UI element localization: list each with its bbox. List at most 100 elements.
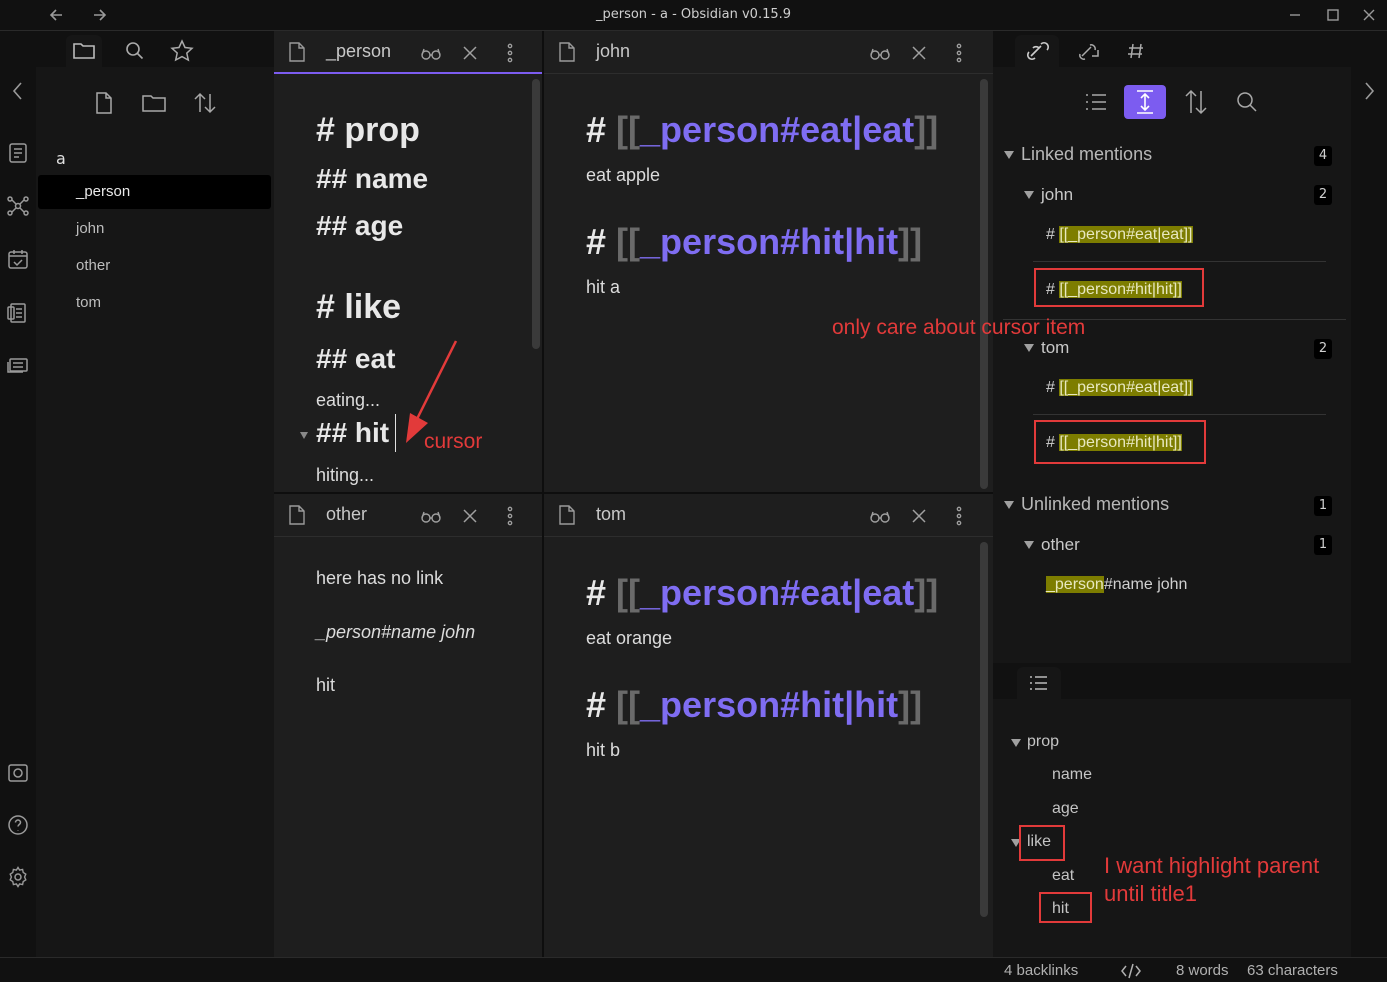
reading-view-icon[interactable] [420,505,442,527]
ribbon [0,31,36,957]
collapse-results-icon[interactable] [1075,85,1117,119]
outline-item-age[interactable]: age [1052,800,1079,818]
backlink-file-other[interactable]: other [1041,535,1080,555]
document-icon [558,505,576,525]
john-heading-hit: # [[_person#hit|hit]] [586,221,923,262]
pane-john: john # [[_person#eat|eat]] eat apple # [… [544,31,993,492]
internal-link[interactable]: _person#eat|eat [640,109,914,150]
fold-toggle-icon[interactable] [300,432,308,439]
reading-view-icon[interactable] [420,42,442,64]
scrollbar[interactable] [532,79,540,349]
annotation-box [1039,892,1092,923]
scrollbar[interactable] [980,79,988,489]
templates-icon[interactable] [6,301,30,325]
show-more-context-icon[interactable] [1124,85,1166,119]
sort-icon[interactable] [191,89,219,117]
internal-link[interactable]: _person#eat|eat [640,572,914,613]
other-line-3: hit [316,675,336,695]
file-item-john[interactable]: john [38,212,271,246]
file-item-other[interactable]: other [38,249,271,283]
file-explorer-tab[interactable] [66,35,102,67]
unlinked-count-badge: 1 [1314,496,1332,516]
maximize-icon[interactable] [1322,5,1344,25]
pane-divider[interactable] [274,492,993,494]
graph-view-icon[interactable] [6,194,30,218]
backlinks-tab-icon[interactable] [1015,35,1059,67]
backlink-mention[interactable]: # [[_person#eat|eat]] [1046,226,1193,244]
pane-header-john[interactable]: john [544,31,993,74]
more-options-icon[interactable] [948,42,970,64]
close-pane-icon[interactable] [459,42,481,64]
sort-icon[interactable] [1175,85,1217,119]
tom-count-badge: 2 [1314,339,1332,359]
pane-title: tom [596,504,627,524]
search-filter-icon[interactable] [1226,85,1268,119]
backlink-file-tom[interactable]: tom [1041,338,1069,358]
slides-icon[interactable] [6,353,30,377]
scrollbar[interactable] [980,542,988,917]
right-sidebar-tabs [993,31,1351,67]
editor-other[interactable]: here has no link _person#name john hit [274,538,542,957]
close-pane-icon[interactable] [908,505,930,527]
code-icon[interactable] [1120,962,1142,980]
pane-header-tom[interactable]: tom [544,494,993,537]
editor-john[interactable]: # [[_person#eat|eat]] eat apple # [[_per… [544,75,993,492]
outgoing-links-tab-icon[interactable] [1067,35,1111,67]
more-options-icon[interactable] [948,505,970,527]
outline-tab-icon[interactable] [1017,667,1061,699]
collapse-triangle-icon[interactable] [1004,501,1014,509]
editor-tom[interactable]: # [[_person#eat|eat]] eat orange # [[_pe… [544,538,993,957]
other-line-1: here has no link [316,568,444,588]
pane-header-other[interactable]: other [274,494,542,537]
collapse-right-icon[interactable] [1357,79,1381,103]
more-options-icon[interactable] [499,42,521,64]
collapse-triangle-icon[interactable] [1024,541,1034,549]
heading-eat: ## eat [316,343,396,374]
backlink-mention[interactable]: # [[_person#eat|eat]] [1046,379,1193,397]
collapse-triangle-icon[interactable] [1024,344,1034,352]
backlinks-panel: Linked mentions 4 john 2 # [[_person#eat… [993,67,1351,663]
document-icon [558,42,576,62]
unlinked-mention[interactable]: _person#name john [1046,576,1187,594]
status-backlinks[interactable]: 4 backlinks [1004,962,1078,979]
outline-item-prop[interactable]: prop [1027,733,1059,751]
editor-person[interactable]: # prop ## name ## age # like ## eat eati… [274,75,542,492]
outline-item-eat[interactable]: eat [1052,867,1074,885]
pane-divider[interactable] [542,31,544,957]
starred-tab-icon[interactable] [164,35,200,67]
collapse-left-icon[interactable] [6,79,30,103]
file-explorer: a _person john other tom [36,67,274,957]
quick-switcher-icon[interactable] [6,141,30,165]
daily-note-icon[interactable] [6,247,30,271]
internal-link[interactable]: _person#hit|hit [640,684,898,725]
close-pane-icon[interactable] [908,42,930,64]
other-line-2: _person#name john [316,622,476,642]
reading-view-icon[interactable] [869,42,891,64]
help-icon[interactable] [6,813,30,837]
document-icon [288,42,306,62]
status-words: 8 words [1176,962,1229,979]
search-tab-icon[interactable] [116,35,152,67]
more-options-icon[interactable] [499,505,521,527]
collapse-triangle-icon[interactable] [1024,191,1034,199]
reading-view-icon[interactable] [869,505,891,527]
file-item-person[interactable]: _person [38,175,271,209]
outline-item-name[interactable]: name [1052,766,1092,784]
settings-gear-icon[interactable] [6,865,30,889]
linked-mentions-heading[interactable]: Linked mentions [1021,144,1152,165]
collapse-triangle-icon[interactable] [1004,151,1014,159]
close-pane-icon[interactable] [459,505,481,527]
pane-header-person[interactable]: _person [274,31,542,74]
vault-switcher-icon[interactable] [6,761,30,785]
minimize-icon[interactable] [1284,5,1306,25]
internal-link[interactable]: _person#hit|hit [640,221,898,262]
unlinked-mentions-heading[interactable]: Unlinked mentions [1021,494,1169,515]
collapse-triangle-icon[interactable] [1011,739,1021,747]
new-folder-icon[interactable] [140,89,168,117]
window-title: _person - a - Obsidian v0.15.9 [595,7,792,22]
backlink-file-john[interactable]: john [1041,185,1073,205]
tags-tab-icon[interactable] [1115,35,1159,67]
new-note-icon[interactable] [90,89,118,117]
close-window-icon[interactable] [1358,5,1380,25]
file-item-tom[interactable]: tom [38,286,271,320]
